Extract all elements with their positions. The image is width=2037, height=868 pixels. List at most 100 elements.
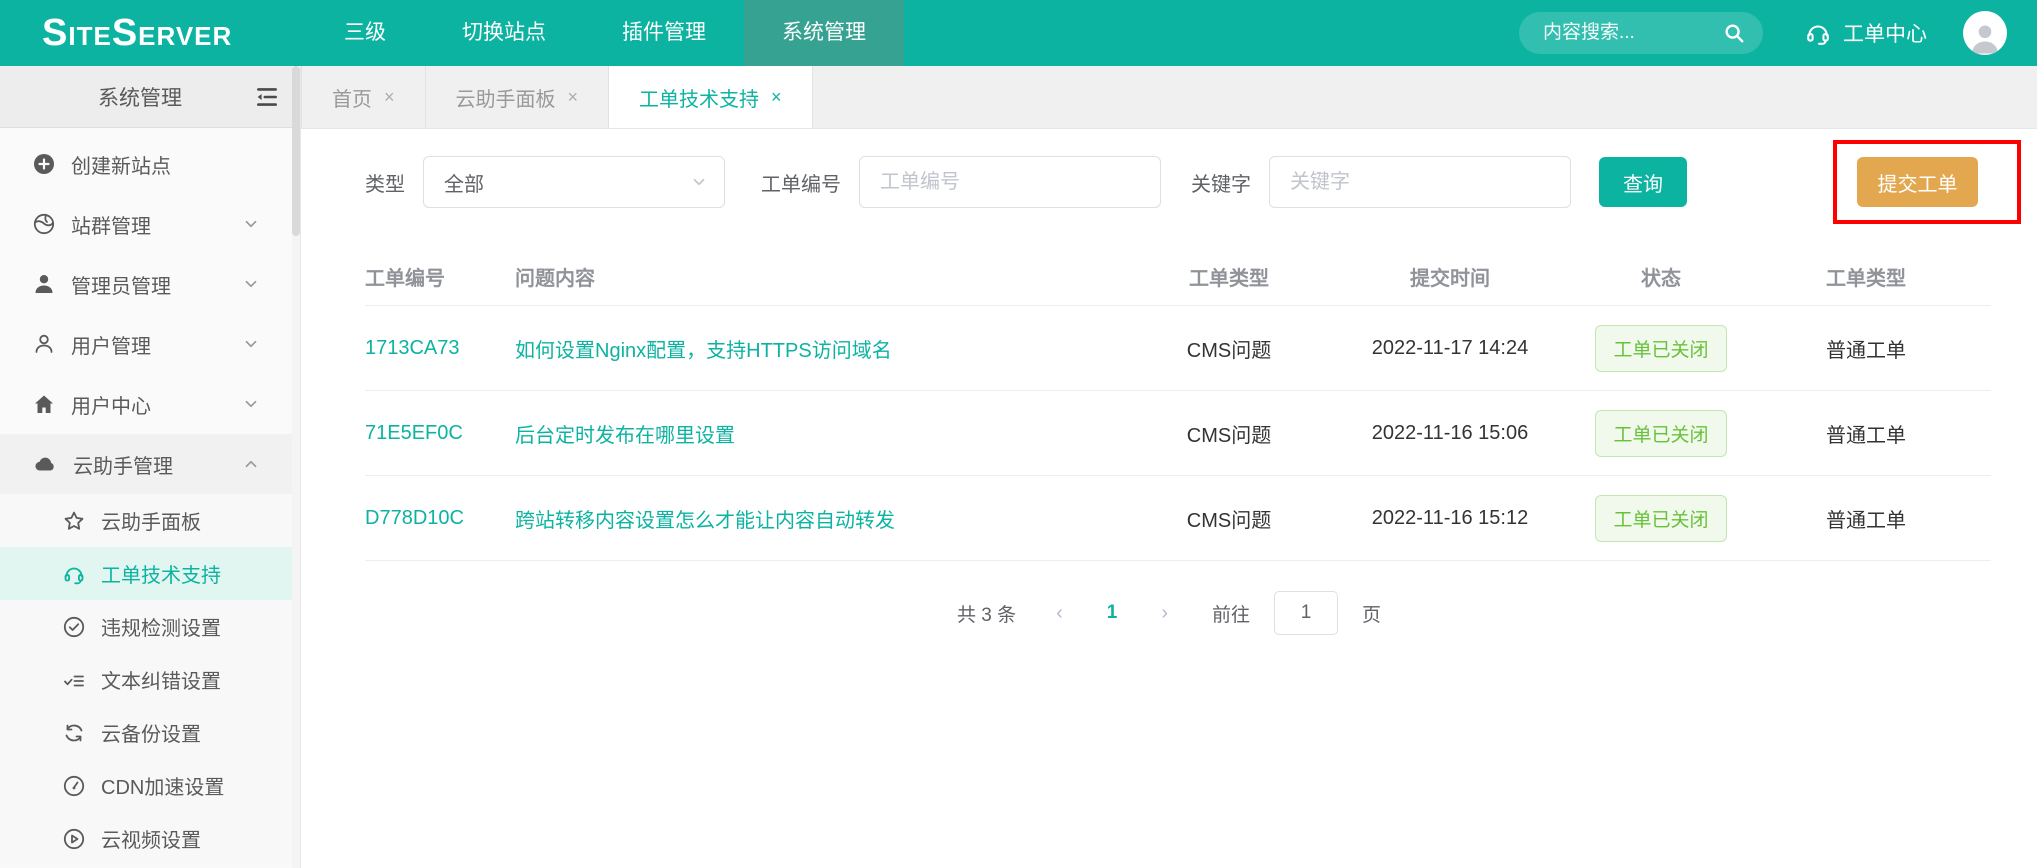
type-select[interactable]: 全部 (423, 156, 725, 208)
prev-page-icon[interactable]: ‹ (1042, 602, 1077, 625)
ticket-type-cell: CMS问题 (1139, 419, 1319, 448)
ticket-id-link[interactable]: 71E5EF0C (365, 422, 515, 445)
home-icon (32, 392, 56, 416)
cloud-icon (32, 452, 58, 476)
ticket-category-cell: 普通工单 (1741, 419, 1991, 448)
ticket-time-cell: 2022-11-16 15:12 (1319, 507, 1581, 530)
star-icon (62, 509, 86, 533)
sidebar-item-云助手管理[interactable]: 云助手管理 (0, 434, 300, 494)
sync-icon (62, 721, 86, 745)
sidebar-submenu: 云助手面板 工单技术支持 违规检测设置 文本纠错设置 云备份设置 CDN加速设置… (0, 494, 300, 865)
sidebar-item-云备份设置[interactable]: 云备份设置 (0, 706, 300, 759)
col-header-0: 工单编号 (365, 262, 515, 291)
headset-icon (1805, 20, 1831, 46)
nav-item-系统管理[interactable]: 系统管理 (744, 0, 904, 66)
play-circle-icon (62, 827, 86, 851)
sidebar-item-创建新站点[interactable]: 创建新站点 (0, 134, 300, 194)
tab-close-icon[interactable]: × (568, 87, 579, 108)
siteserver-logo[interactable]: SITESERVER (42, 14, 272, 52)
goto-label: 前往 (1212, 600, 1250, 627)
sidebar-title: 系统管理 (0, 82, 254, 112)
keyword-label: 关键字 (1191, 168, 1251, 197)
sidebar-item-云助手面板[interactable]: 云助手面板 (0, 494, 300, 547)
top-navbar: SITESERVER 三级切换站点插件管理系统管理 工单中心 (0, 0, 2037, 66)
status-badge: 工单已关闭 (1595, 325, 1726, 372)
col-header-5: 工单类型 (1741, 262, 1991, 291)
tab-close-icon[interactable]: × (771, 87, 782, 108)
ticket-status-cell: 工单已关闭 (1581, 495, 1741, 542)
plus-circle-icon (32, 152, 56, 176)
ticket-content-link[interactable]: 后台定时发布在哪里设置 (515, 419, 1139, 448)
search-icon[interactable] (1723, 22, 1745, 44)
tab-bar: 首页 × 云助手面板 × 工单技术支持 × (301, 66, 2037, 129)
next-page-icon[interactable]: › (1147, 602, 1182, 625)
search-input[interactable] (1543, 22, 1723, 44)
chevron-down-icon (242, 215, 260, 233)
ticket-status-cell: 工单已关闭 (1581, 410, 1741, 457)
sidebar-item-工单技术支持[interactable]: 工单技术支持 (0, 547, 300, 600)
chevron-down-icon (242, 395, 260, 413)
search-button[interactable]: 查询 (1599, 157, 1687, 207)
type-select-value: 全部 (444, 168, 690, 197)
ticket-content-link[interactable]: 跨站转移内容设置怎么才能让内容自动转发 (515, 504, 1139, 533)
ticket-table: 工单编号问题内容工单类型提交时间状态工单类型 1713CA73 如何设置Ngin… (365, 248, 1991, 561)
nav-item-三级[interactable]: 三级 (306, 0, 424, 66)
ticket-id-link[interactable]: 1713CA73 (365, 337, 515, 360)
pagination-total: 共 3 条 (957, 600, 1016, 627)
goto-page-input[interactable] (1274, 591, 1338, 635)
sidebar-item-站群管理[interactable]: 站群管理 (0, 194, 300, 254)
navbar-menu: 三级切换站点插件管理系统管理 (306, 0, 904, 66)
content-search[interactable] (1519, 12, 1763, 54)
person-icon (1966, 19, 2004, 55)
sidebar: 系统管理 创建新站点 站群管理 管理员管理 用户管理 用户中心 云助手管理 云助… (0, 66, 301, 868)
headset-icon (62, 562, 86, 586)
sidebar-item-文本纠错设置[interactable]: 文本纠错设置 (0, 653, 300, 706)
order-no-label: 工单编号 (761, 168, 841, 197)
sidebar-item-用户中心[interactable]: 用户中心 (0, 374, 300, 434)
chevron-up-icon (242, 455, 260, 473)
submit-ticket-button[interactable]: 提交工单 (1857, 157, 1978, 207)
ticket-center-button[interactable]: 工单中心 (1805, 18, 1927, 48)
keyword-input[interactable] (1269, 156, 1571, 208)
user-icon (32, 332, 56, 356)
ticket-content-link[interactable]: 如何设置Nginx配置，支持HTTPS访问域名 (515, 334, 1139, 363)
status-badge: 工单已关闭 (1595, 410, 1726, 457)
type-label: 类型 (365, 168, 405, 197)
sidebar-item-云视频设置[interactable]: 云视频设置 (0, 812, 300, 865)
sidebar-item-管理员管理[interactable]: 管理员管理 (0, 254, 300, 314)
check-circle-icon (62, 615, 86, 639)
tab-云助手面板[interactable]: 云助手面板 × (426, 66, 610, 128)
text-check-icon (62, 668, 86, 692)
col-header-3: 提交时间 (1319, 262, 1581, 291)
col-header-2: 工单类型 (1139, 262, 1319, 291)
table-row: 1713CA73 如何设置Nginx配置，支持HTTPS访问域名 CMS问题 2… (365, 306, 1991, 391)
ticket-type-cell: CMS问题 (1139, 504, 1319, 533)
nav-item-切换站点[interactable]: 切换站点 (424, 0, 584, 66)
col-header-4: 状态 (1581, 262, 1741, 291)
main-content: 类型 全部 工单编号 关键字 查询 提交工单 工单编号问题内容工单类型提交时间状… (301, 130, 2037, 868)
table-row: 71E5EF0C 后台定时发布在哪里设置 CMS问题 2022-11-16 15… (365, 391, 1991, 476)
sidebar-header: 系统管理 (0, 66, 300, 128)
sidebar-scrollbar[interactable] (292, 66, 300, 868)
pagination: 共 3 条 ‹ 1 › 前往 页 (301, 591, 2037, 635)
page-unit-label: 页 (1362, 600, 1381, 627)
sidebar-collapse-icon[interactable] (254, 84, 280, 110)
order-no-input[interactable] (859, 156, 1161, 208)
tab-close-icon[interactable]: × (384, 87, 395, 108)
chevron-down-icon (242, 275, 260, 293)
ticket-id-link[interactable]: D778D10C (365, 507, 515, 530)
nav-item-插件管理[interactable]: 插件管理 (584, 0, 744, 66)
table-body: 1713CA73 如何设置Nginx配置，支持HTTPS访问域名 CMS问题 2… (365, 306, 1991, 561)
tab-首页[interactable]: 首页 × (301, 66, 426, 128)
chevron-down-icon (242, 335, 260, 353)
sidebar-item-违规检测设置[interactable]: 违规检测设置 (0, 600, 300, 653)
avatar[interactable] (1963, 11, 2007, 55)
ticket-time-cell: 2022-11-16 15:06 (1319, 422, 1581, 445)
col-header-1: 问题内容 (515, 262, 1139, 291)
filter-row: 类型 全部 工单编号 关键字 查询 (365, 156, 2037, 208)
tab-工单技术支持[interactable]: 工单技术支持 × (609, 66, 813, 128)
sidebar-item-CDN加速设置[interactable]: CDN加速设置 (0, 759, 300, 812)
current-page[interactable]: 1 (1091, 602, 1134, 624)
admin-icon (32, 272, 56, 296)
sidebar-item-用户管理[interactable]: 用户管理 (0, 314, 300, 374)
